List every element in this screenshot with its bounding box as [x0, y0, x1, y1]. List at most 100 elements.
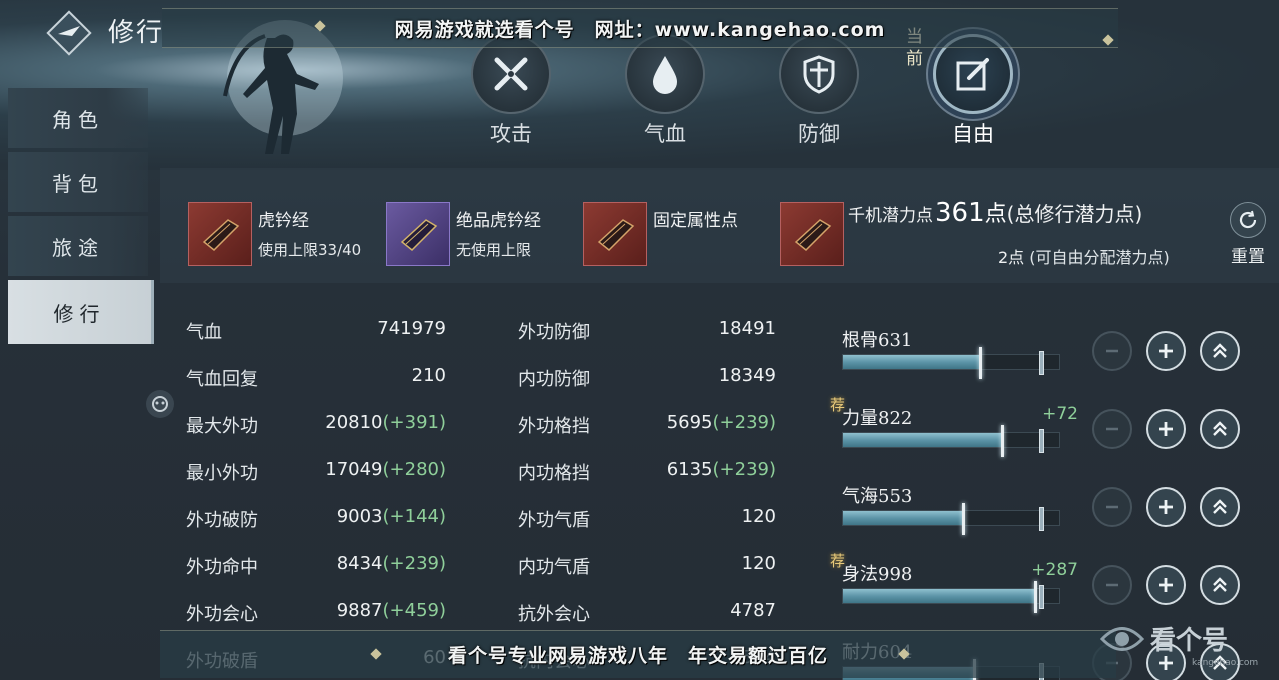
lion-head-icon[interactable] — [146, 390, 174, 418]
decrease-button[interactable] — [1092, 409, 1132, 449]
double-chevron-up-icon — [1211, 576, 1229, 594]
stat-row: 气血 741979 — [186, 318, 446, 348]
stat-number: 741979 — [377, 318, 446, 339]
stat-label: 外功命中 — [186, 557, 258, 578]
stat-number: 20810 — [325, 412, 383, 433]
decrease-button[interactable] — [1092, 331, 1132, 371]
double-chevron-up-icon — [1211, 420, 1229, 438]
stat-number: 17049 — [325, 459, 383, 480]
stat-label: 抗外会心 — [518, 604, 590, 625]
sidebar: 角色 背包 旅途 修行 — [8, 88, 154, 680]
reset-button[interactable]: 重置 — [1226, 202, 1270, 267]
stat-label: 最小外功 — [186, 463, 258, 484]
attribute-bar-marker[interactable] — [961, 503, 965, 535]
double-chevron-up-icon — [1211, 342, 1229, 360]
attribute-name: 气海553 — [842, 486, 913, 507]
increase-button[interactable] — [1146, 409, 1186, 449]
increase-button[interactable] — [1146, 487, 1186, 527]
stat-label: 外功防御 — [518, 322, 590, 343]
attribute-bar-fill — [843, 355, 981, 369]
refresh-icon — [1230, 202, 1266, 238]
watermark-logo-text: 看个号 — [1150, 626, 1229, 656]
stat-number: 18349 — [718, 365, 776, 386]
tab-free-mode[interactable]: 自由 — [928, 34, 1018, 154]
page-title: 修行 — [108, 18, 165, 48]
item-usage-limit: 无使用上限 — [456, 241, 532, 259]
stat-row: 最小外功 17049(+280) — [186, 459, 446, 489]
stat-value: 210 — [412, 365, 446, 386]
item-fixed-attribute-points[interactable]: 固定属性点 — [583, 202, 738, 266]
book-icon — [780, 202, 844, 266]
stat-bonus: (+391) — [382, 412, 446, 433]
increase-button[interactable] — [1146, 565, 1186, 605]
attribute-bar[interactable] — [842, 347, 1060, 379]
item-potential-points[interactable] — [780, 202, 844, 266]
cultivation-screen: 修行 攻击 气血 防御 自由 前 网易游戏就选看个号 网址：www.kangeh… — [0, 0, 1279, 680]
plus-icon — [1157, 420, 1175, 438]
stat-row: 外功会心 9887(+459) — [186, 600, 446, 630]
decrease-button[interactable] — [1092, 565, 1132, 605]
tab-hp-mode[interactable]: 气血 — [620, 34, 710, 154]
attribute-row: 根骨631 — [838, 320, 1279, 380]
stat-row: 气血回复 210 — [186, 365, 446, 395]
attribute-bar-cap — [1039, 429, 1045, 453]
increase-button[interactable] — [1146, 331, 1186, 371]
stat-value: 120 — [742, 553, 776, 574]
tab-defense-mode[interactable]: 防御 — [774, 34, 864, 154]
stat-row: 内功格挡 6135(+239) — [518, 459, 776, 489]
stat-value: 4787 — [730, 600, 776, 621]
stat-bonus: (+144) — [382, 506, 446, 527]
tab-label: 防御 — [798, 122, 840, 146]
item-name: 固定属性点 — [653, 211, 738, 231]
sidebar-item-bag[interactable]: 背包 — [8, 152, 148, 212]
minus-icon — [1104, 343, 1120, 359]
stat-row: 外功破防 9003(+144) — [186, 506, 446, 536]
potential-note: (总修行潜力点) — [1006, 202, 1143, 226]
attribute-bar-cap — [1039, 585, 1045, 609]
attribute-bar-cap — [1039, 351, 1045, 375]
stat-row: 外功气盾 120 — [518, 506, 776, 536]
tab-attack-mode[interactable]: 攻击 — [466, 34, 556, 154]
attribute-bar-marker[interactable] — [1033, 581, 1037, 613]
item-tiger-manual[interactable]: 虎钤经 使用上限33/40 — [188, 202, 361, 266]
stat-number: 120 — [741, 553, 776, 574]
attribute-bar[interactable] — [842, 425, 1060, 457]
tab-label: 气血 — [644, 122, 686, 146]
stat-label: 最大外功 — [186, 416, 258, 437]
stat-bonus: (+239) — [382, 553, 446, 574]
attribute-bar-marker[interactable] — [1001, 425, 1005, 457]
minus-icon — [1104, 499, 1120, 515]
watermark-top: 网易游戏就选看个号 网址：www.kangehao.com — [162, 8, 1118, 48]
stat-value: 9887(+459) — [337, 600, 446, 621]
sidebar-item-character[interactable]: 角色 — [8, 88, 148, 148]
attribute-bar[interactable] — [842, 503, 1060, 535]
minus-icon — [1104, 577, 1120, 593]
stat-bonus: (+459) — [382, 600, 446, 621]
max-button[interactable] — [1200, 331, 1240, 371]
stat-row: 内功气盾 120 — [518, 553, 776, 583]
item-premium-tiger-manual[interactable]: 绝品虎钤经 无使用上限 — [386, 202, 541, 266]
attribute-bar-marker[interactable] — [979, 347, 983, 379]
stat-value: 5695(+239) — [667, 412, 776, 433]
max-button[interactable] — [1200, 409, 1240, 449]
tab-label: 攻击 — [490, 122, 532, 146]
stat-label: 外功会心 — [186, 604, 258, 625]
watermark-top-text: 网易游戏就选看个号 网址：www.kangehao.com — [394, 18, 886, 41]
stat-number: 18491 — [718, 318, 776, 339]
stat-value: 20810(+391) — [325, 412, 446, 433]
stat-number: 6135 — [666, 459, 713, 480]
stat-number: 8434 — [336, 553, 383, 574]
attribute-bar-cap — [1039, 507, 1045, 531]
sidebar-item-cultivation[interactable]: 修行 — [8, 280, 154, 344]
max-button[interactable] — [1200, 487, 1240, 527]
item-usage-limit: 使用上限33/40 — [258, 241, 362, 259]
decrease-button[interactable] — [1092, 487, 1132, 527]
attribute-bar[interactable] — [842, 581, 1060, 613]
stat-value: 17049(+280) — [325, 459, 446, 480]
max-button[interactable] — [1200, 565, 1240, 605]
attribute-bar-fill — [843, 589, 1035, 603]
attribute-bonus: +287 — [1031, 560, 1078, 580]
potential-label: 千机潜力点 — [848, 206, 933, 226]
sidebar-item-journey[interactable]: 旅途 — [8, 216, 148, 276]
stat-label: 外功气盾 — [518, 510, 590, 531]
